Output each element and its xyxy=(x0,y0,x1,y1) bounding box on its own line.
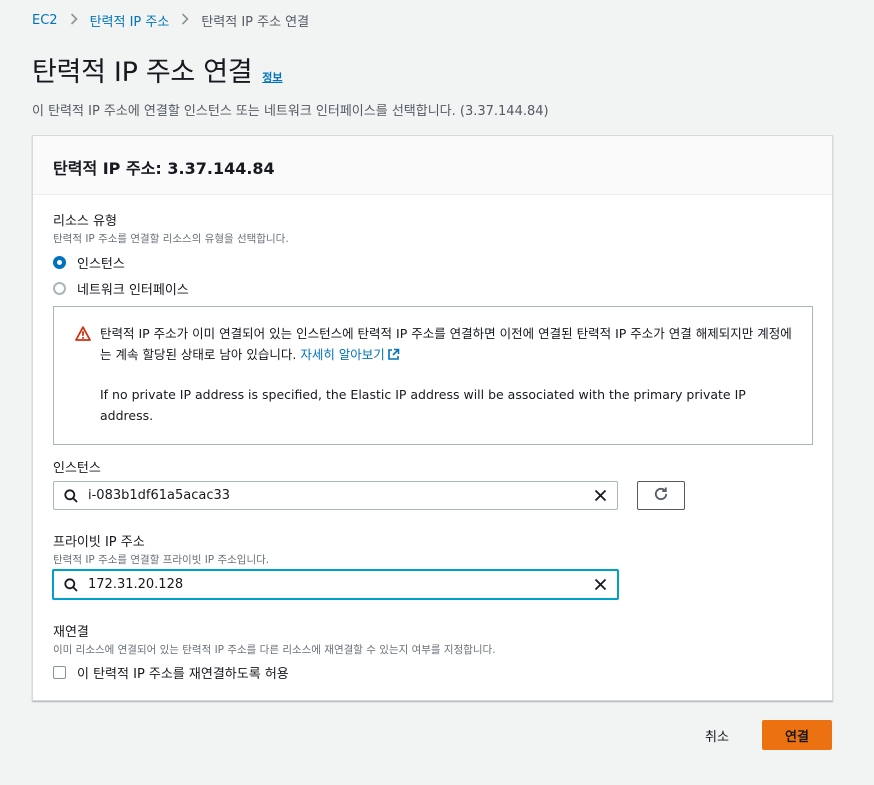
private-ip-label: 프라이빗 IP 주소 xyxy=(53,535,145,550)
page-header: 탄력적 IP 주소 연결 정보 xyxy=(32,50,283,89)
resource-type-field: 리소스 유형 탄력적 IP 주소를 연결할 리소스의 유형을 선택합니다. 인스… xyxy=(53,210,289,298)
external-link-icon xyxy=(387,346,400,367)
clear-icon[interactable] xyxy=(594,578,607,591)
reassociation-field: 재연결 이미 리소스에 연결되어 있는 탄력적 IP 주소를 다른 리소스에 재… xyxy=(53,621,496,682)
chevron-right-icon xyxy=(181,12,189,28)
radio-button[interactable] xyxy=(53,281,66,295)
chevron-right-icon xyxy=(70,12,78,28)
alert-text: 탄력적 IP 주소가 이미 연결되어 있는 인스턴스에 탄력적 IP 주소를 연… xyxy=(100,326,792,362)
private-ip-help: 탄력적 IP 주소를 연결할 프라이빗 IP 주소입니다. xyxy=(53,554,270,566)
warning-alert: 탄력적 IP 주소가 이미 연결되어 있는 인스턴스에 탄력적 IP 주소를 연… xyxy=(53,306,813,445)
instance-field: 인스턴스 xyxy=(53,457,101,476)
reassociation-label: 재연결 xyxy=(53,625,89,640)
radio-instance-label: 인스턴스 xyxy=(77,256,125,272)
instance-search-input[interactable]: i-083b1df61a5acac33 xyxy=(53,481,618,510)
private-ip-value: 172.31.20.128 xyxy=(88,577,184,592)
reassociation-checkbox[interactable] xyxy=(53,666,66,679)
warning-icon xyxy=(75,326,91,345)
breadcrumb-link-elastic-ips[interactable]: 탄력적 IP 주소 xyxy=(90,11,170,30)
reassociation-help: 이미 리소스에 연결되어 있는 탄력적 IP 주소를 다른 리소스에 재연결할 … xyxy=(53,644,496,656)
learn-more-label: 자세히 알아보기 xyxy=(300,347,385,362)
search-icon xyxy=(64,488,78,503)
clear-icon[interactable] xyxy=(594,489,607,502)
info-link[interactable]: 정보 xyxy=(262,69,282,85)
radio-network-interface[interactable]: 네트워크 인터페이스 xyxy=(53,278,289,298)
resource-type-label: 리소스 유형 xyxy=(53,214,117,229)
radio-button-checked[interactable] xyxy=(53,255,66,269)
associate-button[interactable]: 연결 xyxy=(762,720,832,750)
panel-title: 탄력적 IP 주소: 3.37.144.84 xyxy=(53,159,275,178)
panel-header: 탄력적 IP 주소: 3.37.144.84 xyxy=(33,136,832,195)
associate-panel: 탄력적 IP 주소: 3.37.144.84 리소스 유형 탄력적 IP 주소를… xyxy=(32,135,833,701)
radio-network-interface-label: 네트워크 인터페이스 xyxy=(77,282,189,298)
refresh-button[interactable] xyxy=(637,481,685,510)
reassociation-checkbox-row[interactable]: 이 탄력적 IP 주소를 재연결하도록 허용 xyxy=(53,663,496,682)
private-ip-field: 프라이빗 IP 주소 탄력적 IP 주소를 연결할 프라이빗 IP 주소입니다. xyxy=(53,531,269,567)
alert-message: 탄력적 IP 주소가 이미 연결되어 있는 인스턴스에 탄력적 IP 주소를 연… xyxy=(100,323,792,367)
page-description: 이 탄력적 IP 주소에 연결할 인스턴스 또는 네트워크 인터페이스를 선택합… xyxy=(32,104,549,119)
page-title: 탄력적 IP 주소 연결 xyxy=(32,57,253,88)
search-icon xyxy=(64,577,78,592)
breadcrumb-current: 탄력적 IP 주소 연결 xyxy=(201,14,310,30)
instance-value: i-083b1df61a5acac33 xyxy=(88,488,231,503)
cancel-button[interactable]: 취소 xyxy=(690,720,744,750)
radio-instance[interactable]: 인스턴스 xyxy=(53,252,289,272)
instance-label: 인스턴스 xyxy=(53,461,101,476)
resource-type-help: 탄력적 IP 주소를 연결할 리소스의 유형을 선택합니다. xyxy=(53,233,289,245)
learn-more-link[interactable]: 자세히 알아보기 xyxy=(300,347,400,362)
alert-note: If no private IP address is specified, t… xyxy=(100,387,746,423)
refresh-icon xyxy=(653,486,669,506)
private-ip-search-input[interactable]: 172.31.20.128 xyxy=(52,569,619,600)
reassociation-checkbox-label: 이 탄력적 IP 주소를 재연결하도록 허용 xyxy=(77,667,289,682)
breadcrumb-link-ec2[interactable]: EC2 xyxy=(32,13,58,28)
breadcrumb: EC2 탄력적 IP 주소 탄력적 IP 주소 연결 xyxy=(32,10,309,30)
